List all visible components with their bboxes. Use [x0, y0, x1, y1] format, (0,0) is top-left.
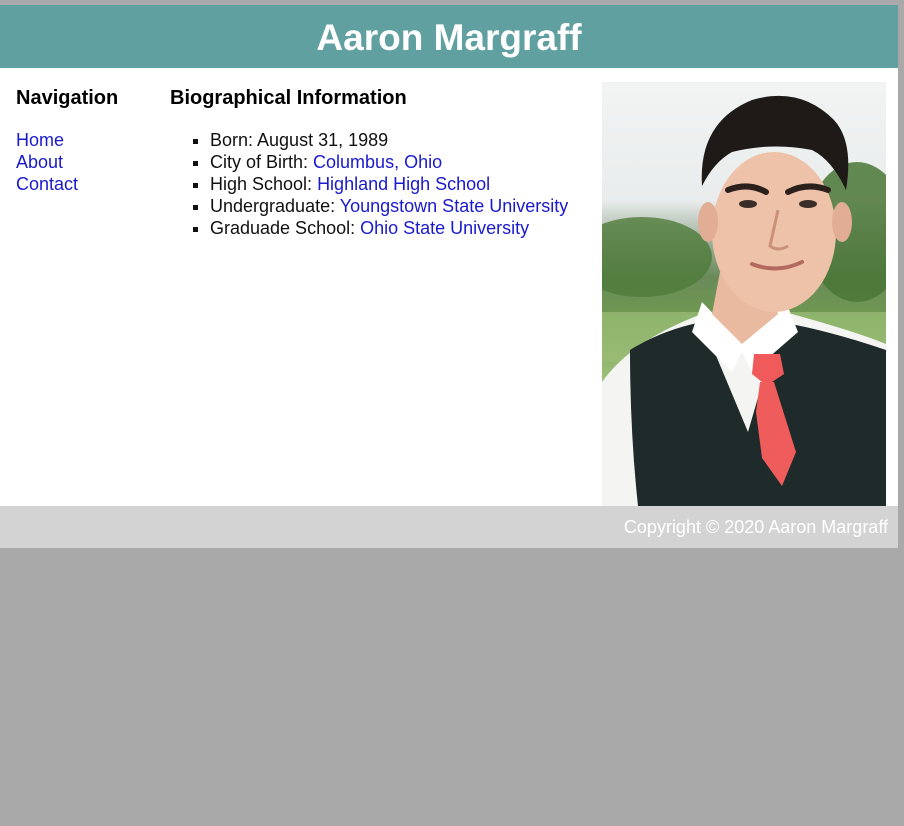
main-content: Navigation Home About Contact Biographic…: [0, 68, 898, 506]
site-header: Aaron Margraff: [0, 5, 898, 68]
navigation-sidebar: Navigation Home About Contact: [16, 86, 156, 195]
nav-link-about[interactable]: About: [16, 152, 63, 172]
bio-label-graduate-school: Graduade School:: [210, 218, 361, 238]
biographical-section: Biographical Information Born: August 31…: [170, 86, 595, 239]
bio-item-graduate-school: Graduade School: Ohio State University: [210, 217, 595, 239]
nav-item-contact: Contact: [16, 173, 156, 195]
bio-link-graduate-school[interactable]: Ohio State University: [360, 218, 529, 238]
bio-value-born: August 31, 1989: [257, 130, 389, 150]
bio-item-city-of-birth: City of Birth: Columbus, Ohio: [210, 151, 595, 173]
page-container: Aaron Margraff Navigation Home About Con…: [0, 5, 898, 548]
bio-link-high-school[interactable]: Highland High School: [317, 174, 490, 194]
nav-link-contact[interactable]: Contact: [16, 174, 78, 194]
bio-item-undergraduate: Undergraduate: Youngstown State Universi…: [210, 195, 595, 217]
bio-link-city-of-birth[interactable]: Columbus, Ohio: [313, 152, 442, 172]
bio-item-high-school: High School: Highland High School: [210, 173, 595, 195]
bio-item-born: Born: August 31, 1989: [210, 129, 595, 151]
bio-heading: Biographical Information: [170, 87, 407, 109]
site-footer: Copyright © 2020 Aaron Margraff: [0, 506, 898, 548]
copyright-text: Copyright © 2020 Aaron Margraff: [623, 517, 888, 537]
nav-link-home[interactable]: Home: [16, 130, 64, 150]
bio-link-undergraduate[interactable]: Youngstown State University: [340, 196, 568, 216]
bio-list: Born: August 31, 1989 City of Birth: Col…: [170, 129, 595, 239]
profile-photo: [602, 82, 886, 506]
page-title: Aaron Margraff: [316, 16, 582, 58]
bio-label-born: Born:: [210, 130, 258, 150]
navigation-heading: Navigation: [16, 87, 119, 109]
portrait-illustration: [602, 95, 886, 506]
nav-item-home: Home: [16, 129, 156, 151]
navigation-list: Home About Contact: [16, 129, 156, 195]
bio-label-undergraduate: Undergraduate:: [210, 196, 340, 216]
bio-label-high-school: High School:: [210, 174, 318, 194]
nav-item-about: About: [16, 151, 156, 173]
bio-label-city-of-birth: City of Birth:: [210, 152, 314, 172]
